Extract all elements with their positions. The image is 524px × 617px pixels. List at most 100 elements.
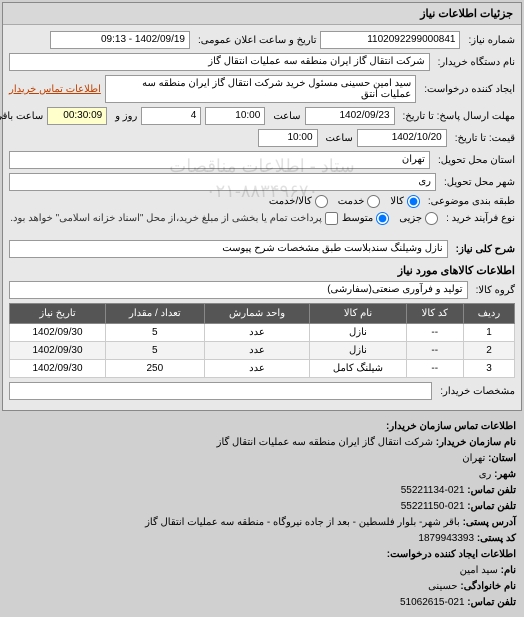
f-lname: حسینی <box>428 581 457 592</box>
cell-unit: عدد <box>204 360 310 378</box>
req-number-label: شماره نیاز: <box>464 35 515 46</box>
table-row: 2--نازلعدد51402/09/30 <box>10 342 515 360</box>
radio-low-input[interactable] <box>425 212 438 225</box>
req-number-field: 1102092299000841 <box>320 31 460 49</box>
radio-mid-label: متوسط <box>342 213 373 224</box>
time-left-label: ساعت باقی مانده <box>0 111 43 122</box>
radio-low[interactable]: جزیی <box>399 212 438 225</box>
th-n: ردیف <box>463 304 514 324</box>
radio-goods-input[interactable] <box>407 195 420 208</box>
radio-mid[interactable]: متوسط <box>342 212 389 225</box>
time-left-field: 00:30:09 <box>47 107 107 125</box>
cell-name: شیلنگ کامل <box>310 360 406 378</box>
th-qty: تعداد / مقدار <box>106 304 205 324</box>
th-date: تاریخ نیاز <box>10 304 106 324</box>
f-contact-phone-label: تلفن تماس: <box>467 597 516 608</box>
cell-unit: عدد <box>204 342 310 360</box>
f-city: ری <box>479 469 492 480</box>
deadline-time-field: 10:00 <box>205 107 265 125</box>
group-field: تولید و فرآوری صنعتی(سفارشی) <box>9 281 468 299</box>
f-address: باقر شهر- بلوار فلسطین - بعد از جاده نیر… <box>145 517 460 528</box>
f-city-label: شهر: <box>494 469 516 480</box>
process-radio-group: جزیی متوسط <box>342 212 438 225</box>
f-fname: سید امین <box>460 565 498 576</box>
radio-mid-input[interactable] <box>376 212 389 225</box>
f-fname-label: نام: <box>501 565 516 576</box>
buyer-contact-link[interactable]: اطلاعات تماس خریدار <box>9 84 101 95</box>
cell-qty: 5 <box>106 324 205 342</box>
deadline-label: مهلت ارسال پاسخ: تا تاریخ: <box>399 111 515 122</box>
footer: اطلاعات تماس سازمان خریدار: نام سازمان خ… <box>0 413 524 617</box>
deadline-date-field: 1402/09/23 <box>305 107 395 125</box>
f-postcode: 1879943393 <box>418 533 474 544</box>
th-name: نام کالا <box>310 304 406 324</box>
f-fax-label: تلفن تماس: <box>467 501 516 512</box>
f-phone: 021-55221134 <box>401 485 465 496</box>
desc-label: شرح کلی نیاز: <box>452 244 515 255</box>
announce-label: تاریخ و ساعت اعلان عمومی: <box>194 35 317 46</box>
group-label: گروه کالا: <box>472 285 515 296</box>
radio-goods-label: کالا <box>390 196 404 207</box>
category-label: طبقه بندی موضوعی: <box>424 196 515 207</box>
cell-date: 1402/09/30 <box>10 324 106 342</box>
buyer-org-field: شرکت انتقال گاز ایران منطقه سه عملیات ان… <box>9 53 430 71</box>
f-province: تهران <box>462 453 485 464</box>
cell-qty: 5 <box>106 342 205 360</box>
f-contact-phone: 021-51062615 <box>400 597 465 608</box>
requester-label: ایجاد کننده درخواست: <box>420 84 515 95</box>
radio-service-input[interactable] <box>367 195 380 208</box>
items-table: ردیف کد کالا نام کالا واحد شمارش تعداد /… <box>9 303 515 378</box>
cell-unit: عدد <box>204 324 310 342</box>
cell-n: 1 <box>463 324 514 342</box>
f-org-name: شرکت انتقال گاز ایران منطقه سه عملیات ان… <box>217 437 433 448</box>
table-row: 3--شیلنگ کاملعدد2501402/09/30 <box>10 360 515 378</box>
category-radio-group: کالا خدمت کالا/خدمت <box>269 195 420 208</box>
th-code: کد کالا <box>406 304 463 324</box>
cell-date: 1402/09/30 <box>10 342 106 360</box>
time-label-1: ساعت <box>269 111 300 122</box>
process-label: نوع فرآیند خرید : <box>442 213 515 224</box>
radio-both[interactable]: کالا/خدمت <box>269 195 328 208</box>
requester-field: سید امین حسینی مسئول خرید شرکت انتقال گا… <box>105 75 416 103</box>
radio-both-input[interactable] <box>315 195 328 208</box>
city-label: شهر محل تحویل: <box>440 177 515 188</box>
footer-heading2: اطلاعات ایجاد کننده درخواست: <box>387 549 516 560</box>
cell-code: -- <box>406 324 463 342</box>
desc-field: نازل وشیلنگ سندبلاست طبق مشخصات شرح پیوس… <box>9 240 448 258</box>
valid-until-time-field: 10:00 <box>258 129 318 147</box>
announce-field: 1402/09/19 - 09:13 <box>50 31 190 49</box>
items-buyer-label: مشخصات خریدار: <box>436 386 515 397</box>
cell-name: نازل <box>310 324 406 342</box>
cell-n: 2 <box>463 342 514 360</box>
f-province-label: استان: <box>488 453 516 464</box>
table-row: 1--نازلعدد51402/09/30 <box>10 324 515 342</box>
radio-low-label: جزیی <box>399 213 422 224</box>
province-label: استان محل تحویل: <box>434 155 515 166</box>
th-unit: واحد شمارش <box>204 304 310 324</box>
radio-goods[interactable]: کالا <box>390 195 420 208</box>
valid-until-date-field: 1402/10/20 <box>357 129 447 147</box>
footer-heading1: اطلاعات تماس سازمان خریدار: <box>386 421 516 432</box>
cell-code: -- <box>406 360 463 378</box>
province-field: تهران <box>9 151 430 169</box>
radio-service[interactable]: خدمت <box>338 195 381 208</box>
cell-code: -- <box>406 342 463 360</box>
day-word: روز و <box>111 111 137 122</box>
cell-name: نازل <box>310 342 406 360</box>
cell-n: 3 <box>463 360 514 378</box>
f-address-label: آدرس پستی: <box>463 517 516 528</box>
days-left-field: 4 <box>141 107 201 125</box>
city-field: ری <box>9 173 436 191</box>
items-buyer-field <box>9 382 432 400</box>
buyer-org-label: نام دستگاه خریدار: <box>434 57 515 68</box>
radio-service-label: خدمت <box>338 196 365 207</box>
f-phone-label: تلفن تماس: <box>467 485 516 496</box>
panel-body: شماره نیاز: 1102092299000841 تاریخ و ساع… <box>3 25 521 410</box>
cell-date: 1402/09/30 <box>10 360 106 378</box>
treasury-checkbox[interactable]: پرداخت تمام یا بخشی از مبلغ خرید،از محل … <box>10 212 338 225</box>
radio-both-label: کالا/خدمت <box>269 196 312 207</box>
f-fax: 021-55221150 <box>401 501 465 512</box>
f-lname-label: نام خانوادگی: <box>460 581 516 592</box>
table-header-row: ردیف کد کالا نام کالا واحد شمارش تعداد /… <box>10 304 515 324</box>
treasury-checkbox-input[interactable] <box>325 212 338 225</box>
